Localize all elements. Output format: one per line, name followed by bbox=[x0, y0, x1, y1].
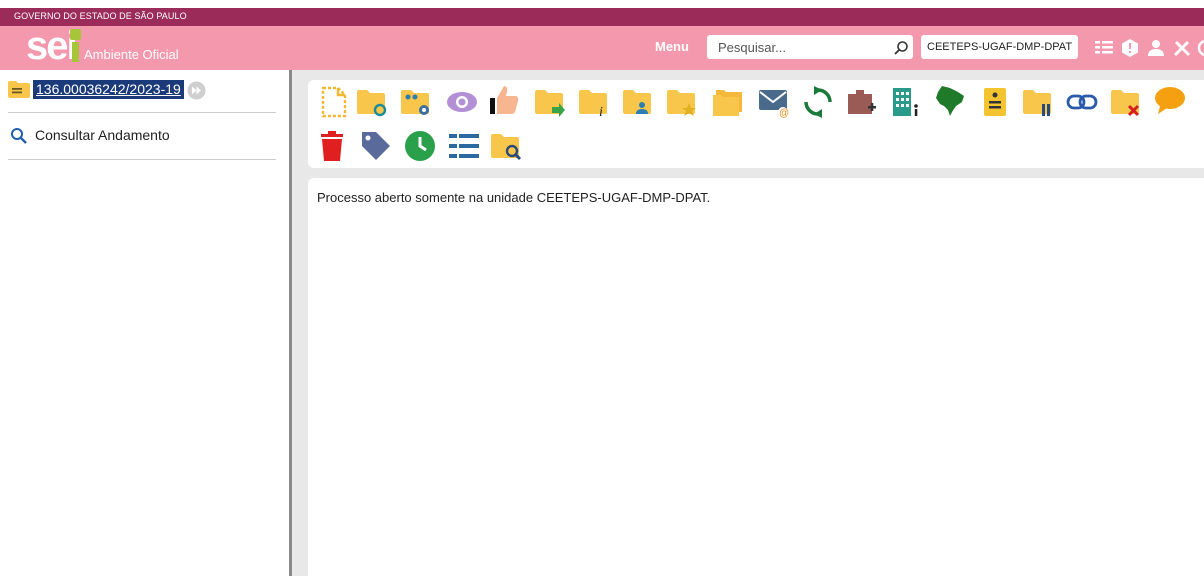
consult-progress-label: Consultar Andamento bbox=[35, 127, 170, 143]
search-input[interactable] bbox=[707, 35, 913, 59]
gov-label: GOVERNO DO ESTADO DE SÃO PAULO bbox=[14, 11, 187, 21]
environment-label: Ambiente Oficial bbox=[84, 47, 179, 62]
search-icon[interactable] bbox=[893, 40, 909, 56]
folder-info-icon[interactable]: i bbox=[578, 86, 610, 118]
thumbs-up-icon[interactable] bbox=[488, 84, 520, 116]
folder-send-icon[interactable] bbox=[534, 86, 566, 118]
logo-dot bbox=[70, 29, 81, 40]
action-toolbar: i @ bbox=[308, 80, 1204, 168]
folder-pause-icon[interactable] bbox=[1022, 86, 1054, 118]
menu-button[interactable]: Menu bbox=[655, 39, 689, 54]
link-icon[interactable] bbox=[1066, 86, 1098, 118]
sidebar: 136.00036242/2023-19 Consultar Andamento bbox=[0, 70, 289, 576]
help-icon[interactable] bbox=[1196, 38, 1204, 58]
logo-text: sei bbox=[26, 24, 78, 68]
folder-icon bbox=[8, 81, 30, 98]
logo-bar bbox=[72, 42, 79, 62]
email-icon[interactable]: @ bbox=[758, 86, 790, 118]
user-icon[interactable] bbox=[1146, 38, 1166, 58]
comment-icon[interactable] bbox=[1154, 84, 1186, 116]
folder-remove-icon[interactable] bbox=[1110, 86, 1142, 118]
clock-icon[interactable] bbox=[404, 130, 436, 162]
fast-forward-icon[interactable] bbox=[187, 81, 206, 100]
unit-selector[interactable]: CEETEPS-UGAF-DMP-DPAT bbox=[921, 35, 1079, 59]
refresh-icon[interactable] bbox=[802, 86, 834, 118]
gov-bar: GOVERNO DO ESTADO DE SÃO PAULO bbox=[0, 0, 1204, 26]
alert-icon[interactable] bbox=[1120, 38, 1140, 58]
top-bar: sei Ambiente Oficial Menu CEETEPS-UGAF-D… bbox=[0, 24, 1204, 70]
svg-text:i: i bbox=[599, 105, 603, 118]
new-document-icon[interactable] bbox=[318, 86, 350, 118]
document-note-icon[interactable] bbox=[980, 86, 1012, 118]
folder-sync-icon[interactable] bbox=[356, 86, 388, 118]
folder-search-icon[interactable] bbox=[490, 130, 522, 162]
folder-settings-icon[interactable] bbox=[400, 86, 432, 118]
tag-icon[interactable] bbox=[360, 130, 392, 162]
view-icon[interactable] bbox=[446, 86, 478, 118]
divider bbox=[8, 159, 276, 160]
folder-user-icon[interactable] bbox=[622, 86, 654, 118]
process-number-link[interactable]: 136.00036242/2023-19 bbox=[33, 80, 184, 99]
list-icon[interactable] bbox=[1094, 38, 1114, 58]
folders-icon[interactable] bbox=[712, 86, 744, 118]
gov-strip: GOVERNO DO ESTADO DE SÃO PAULO bbox=[0, 8, 1204, 26]
content-panel: Processo aberto somente na unidade CEETE… bbox=[308, 178, 1204, 576]
svg-text:@: @ bbox=[779, 108, 789, 118]
folder-star-icon[interactable] bbox=[666, 86, 698, 118]
list-view-icon[interactable] bbox=[448, 130, 480, 162]
trash-icon[interactable] bbox=[316, 130, 348, 162]
building-icon[interactable] bbox=[890, 86, 922, 118]
add-block-icon[interactable] bbox=[846, 86, 878, 118]
process-status-message: Processo aberto somente na unidade CEETE… bbox=[317, 190, 711, 205]
map-icon[interactable] bbox=[934, 84, 966, 116]
search-icon bbox=[11, 128, 27, 144]
divider bbox=[8, 112, 276, 113]
tools-icon[interactable] bbox=[1172, 38, 1192, 58]
